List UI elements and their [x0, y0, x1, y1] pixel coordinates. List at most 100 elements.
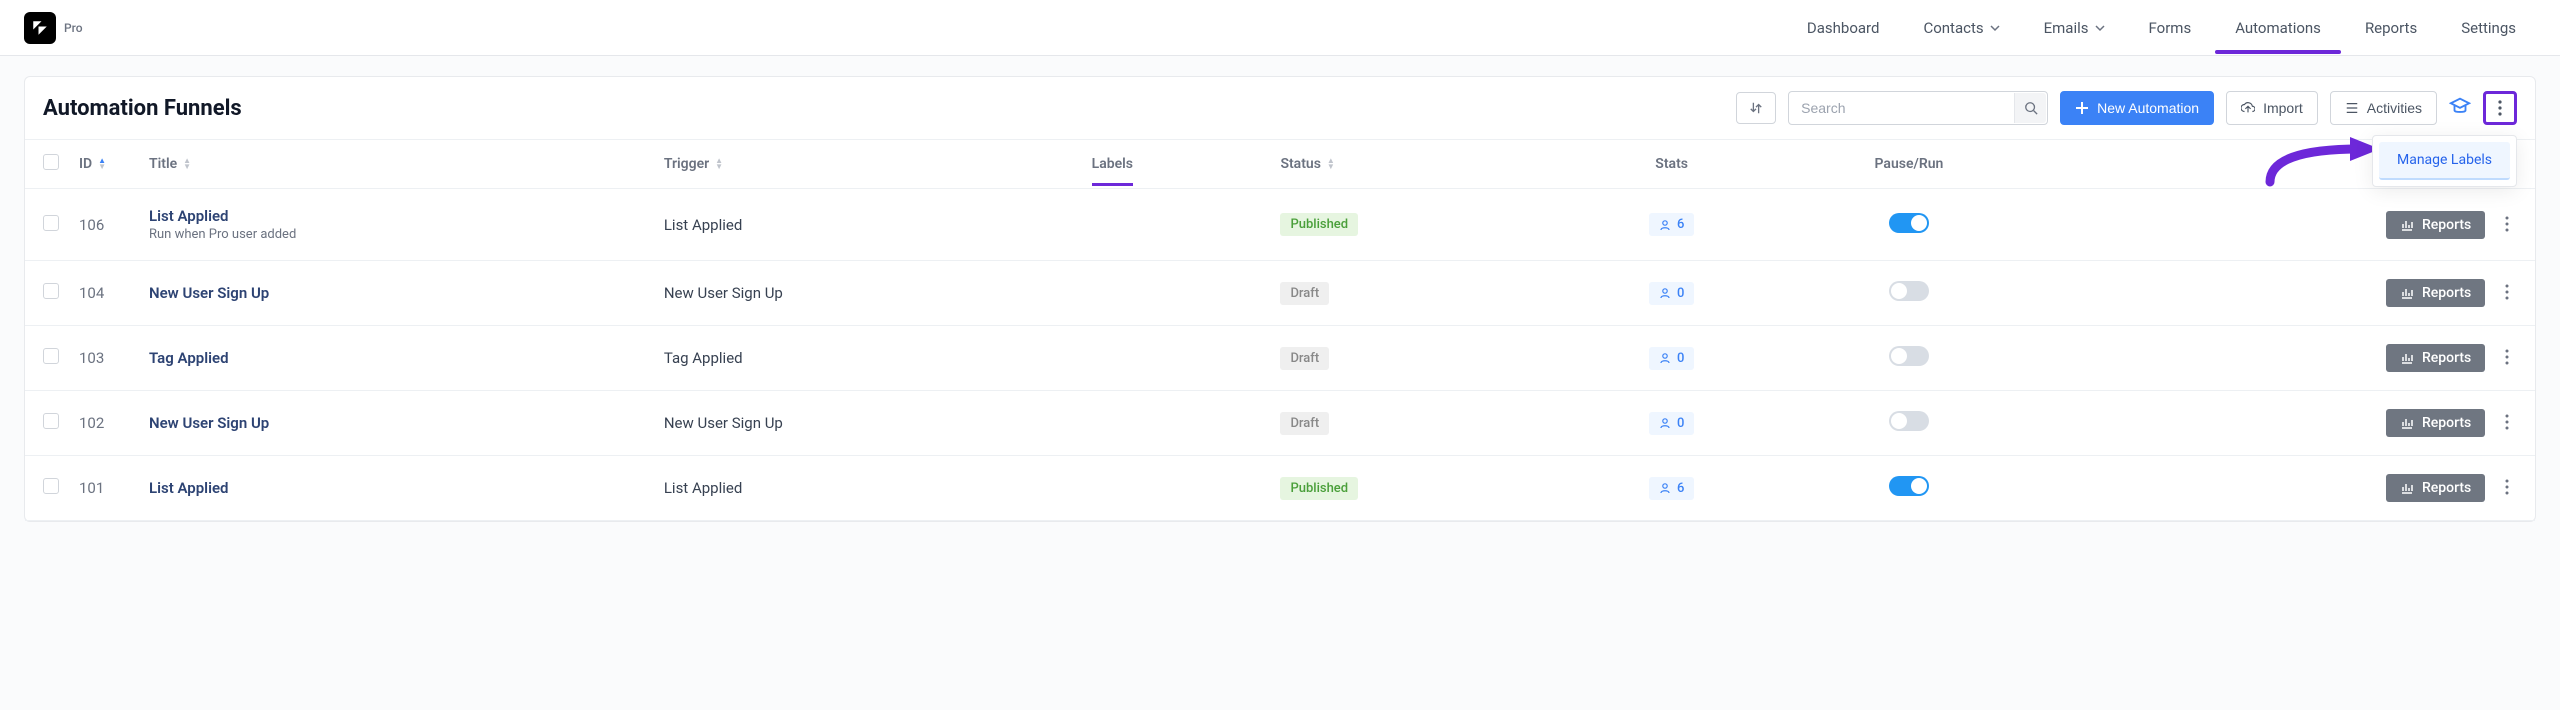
more-menu-button[interactable]	[2483, 91, 2517, 125]
nav-contacts-label: Contacts	[1923, 19, 1983, 37]
import-button[interactable]: Import	[2226, 91, 2318, 125]
select-all-checkbox[interactable]	[43, 154, 59, 170]
nav-forms-label: Forms	[2149, 19, 2192, 37]
chevron-down-icon	[2095, 23, 2105, 33]
tutorial-icon-button[interactable]	[2449, 95, 2471, 121]
row-id: 102	[69, 391, 139, 456]
status-badge: Draft	[1280, 412, 1329, 435]
chart-icon	[2400, 218, 2414, 232]
sort-button[interactable]	[1736, 92, 1776, 124]
nav-reports-label: Reports	[2365, 19, 2417, 37]
col-title[interactable]: Title▲▼	[139, 140, 654, 189]
import-label: Import	[2263, 100, 2303, 116]
row-more-button[interactable]	[2497, 474, 2517, 500]
row-reports-label: Reports	[2422, 350, 2471, 366]
plus-icon	[2075, 101, 2089, 115]
stats-pill[interactable]: 0	[1649, 412, 1694, 435]
nav-dashboard[interactable]: Dashboard	[1787, 3, 1900, 53]
row-more-button[interactable]	[2497, 279, 2517, 305]
status-badge: Published	[1280, 477, 1358, 500]
col-trigger[interactable]: Trigger▲▼	[654, 140, 1082, 189]
row-reports-button[interactable]: Reports	[2386, 279, 2485, 307]
list-icon	[2345, 101, 2359, 115]
row-labels	[1082, 391, 1271, 456]
search-input[interactable]	[1788, 91, 2048, 125]
row-reports-label: Reports	[2422, 415, 2471, 431]
sort-icon: ▲▼	[183, 158, 191, 170]
row-title-link[interactable]: New User Sign Up	[149, 414, 644, 432]
row-title-link[interactable]: List Applied	[149, 207, 644, 225]
stats-pill[interactable]: 6	[1649, 213, 1694, 236]
sort-icon: ▲▼	[1327, 158, 1335, 170]
search-icon	[2024, 101, 2038, 115]
row-title-link[interactable]: Tag Applied	[149, 349, 644, 367]
stats-count: 6	[1677, 481, 1684, 496]
nav-links: Dashboard Contacts Emails Forms Automati…	[1787, 3, 2536, 53]
chevron-down-icon	[1990, 23, 2000, 33]
stats-pill[interactable]: 0	[1649, 282, 1694, 305]
user-icon	[1659, 287, 1671, 299]
row-reports-label: Reports	[2422, 285, 2471, 301]
pause-run-toggle[interactable]	[1889, 411, 1929, 431]
nav-settings-label: Settings	[2461, 19, 2516, 37]
toolbar: Automation Funnels New Automation Import	[25, 77, 2535, 139]
row-checkbox[interactable]	[43, 478, 59, 494]
user-icon	[1659, 352, 1671, 364]
row-reports-label: Reports	[2422, 480, 2471, 496]
pause-run-toggle[interactable]	[1889, 476, 1929, 496]
table-row: 106 List Applied Run when Pro user added…	[25, 189, 2535, 261]
more-vertical-icon	[2505, 284, 2509, 300]
pause-run-toggle[interactable]	[1889, 213, 1929, 233]
nav-emails-label: Emails	[2044, 19, 2089, 37]
nav-automations[interactable]: Automations	[2215, 3, 2341, 53]
row-id: 104	[69, 261, 139, 326]
stats-count: 0	[1677, 416, 1684, 431]
more-vertical-icon	[2505, 479, 2509, 495]
row-reports-button[interactable]: Reports	[2386, 409, 2485, 437]
row-title-link[interactable]: List Applied	[149, 479, 644, 497]
nav-reports[interactable]: Reports	[2345, 3, 2437, 53]
row-more-button[interactable]	[2497, 211, 2517, 237]
row-reports-button[interactable]: Reports	[2386, 474, 2485, 502]
row-more-button[interactable]	[2497, 409, 2517, 435]
row-labels	[1082, 261, 1271, 326]
nav-emails[interactable]: Emails	[2024, 3, 2125, 53]
more-vertical-icon	[2498, 100, 2502, 116]
stats-count: 6	[1677, 217, 1684, 232]
row-reports-button[interactable]: Reports	[2386, 211, 2485, 239]
row-checkbox[interactable]	[43, 348, 59, 364]
status-badge: Draft	[1280, 347, 1329, 370]
row-reports-button[interactable]: Reports	[2386, 344, 2485, 372]
table-row: 102 New User Sign Up New User Sign Up Dr…	[25, 391, 2535, 456]
row-more-button[interactable]	[2497, 344, 2517, 370]
col-status[interactable]: Status▲▼	[1270, 140, 1571, 189]
top-nav: Pro Dashboard Contacts Emails Forms Auto…	[0, 0, 2560, 56]
graduation-cap-icon	[2449, 95, 2471, 117]
manage-labels-item[interactable]: Manage Labels	[2379, 142, 2510, 180]
stats-pill[interactable]: 6	[1649, 477, 1694, 500]
row-trigger: New User Sign Up	[654, 261, 1082, 326]
pause-run-toggle[interactable]	[1889, 281, 1929, 301]
nav-forms[interactable]: Forms	[2129, 3, 2212, 53]
col-pause-run: Pause/Run	[1772, 140, 2045, 189]
stats-pill[interactable]: 0	[1649, 347, 1694, 370]
row-checkbox[interactable]	[43, 413, 59, 429]
nav-contacts[interactable]: Contacts	[1903, 3, 2019, 53]
status-badge: Published	[1280, 213, 1358, 236]
user-icon	[1659, 219, 1671, 231]
nav-dashboard-label: Dashboard	[1807, 19, 1880, 37]
activities-button[interactable]: Activities	[2330, 91, 2437, 125]
app-logo[interactable]	[24, 12, 56, 44]
panel: Automation Funnels New Automation Import	[24, 76, 2536, 522]
new-automation-button[interactable]: New Automation	[2060, 91, 2214, 125]
row-checkbox[interactable]	[43, 215, 59, 231]
table-row: 101 List Applied List Applied Published …	[25, 456, 2535, 521]
row-labels	[1082, 326, 1271, 391]
chart-icon	[2400, 481, 2414, 495]
row-checkbox[interactable]	[43, 283, 59, 299]
row-title-link[interactable]: New User Sign Up	[149, 284, 644, 302]
nav-settings[interactable]: Settings	[2441, 3, 2536, 53]
pause-run-toggle[interactable]	[1889, 346, 1929, 366]
search-submit[interactable]	[2014, 93, 2046, 123]
col-id[interactable]: ID▲▼	[69, 140, 139, 189]
